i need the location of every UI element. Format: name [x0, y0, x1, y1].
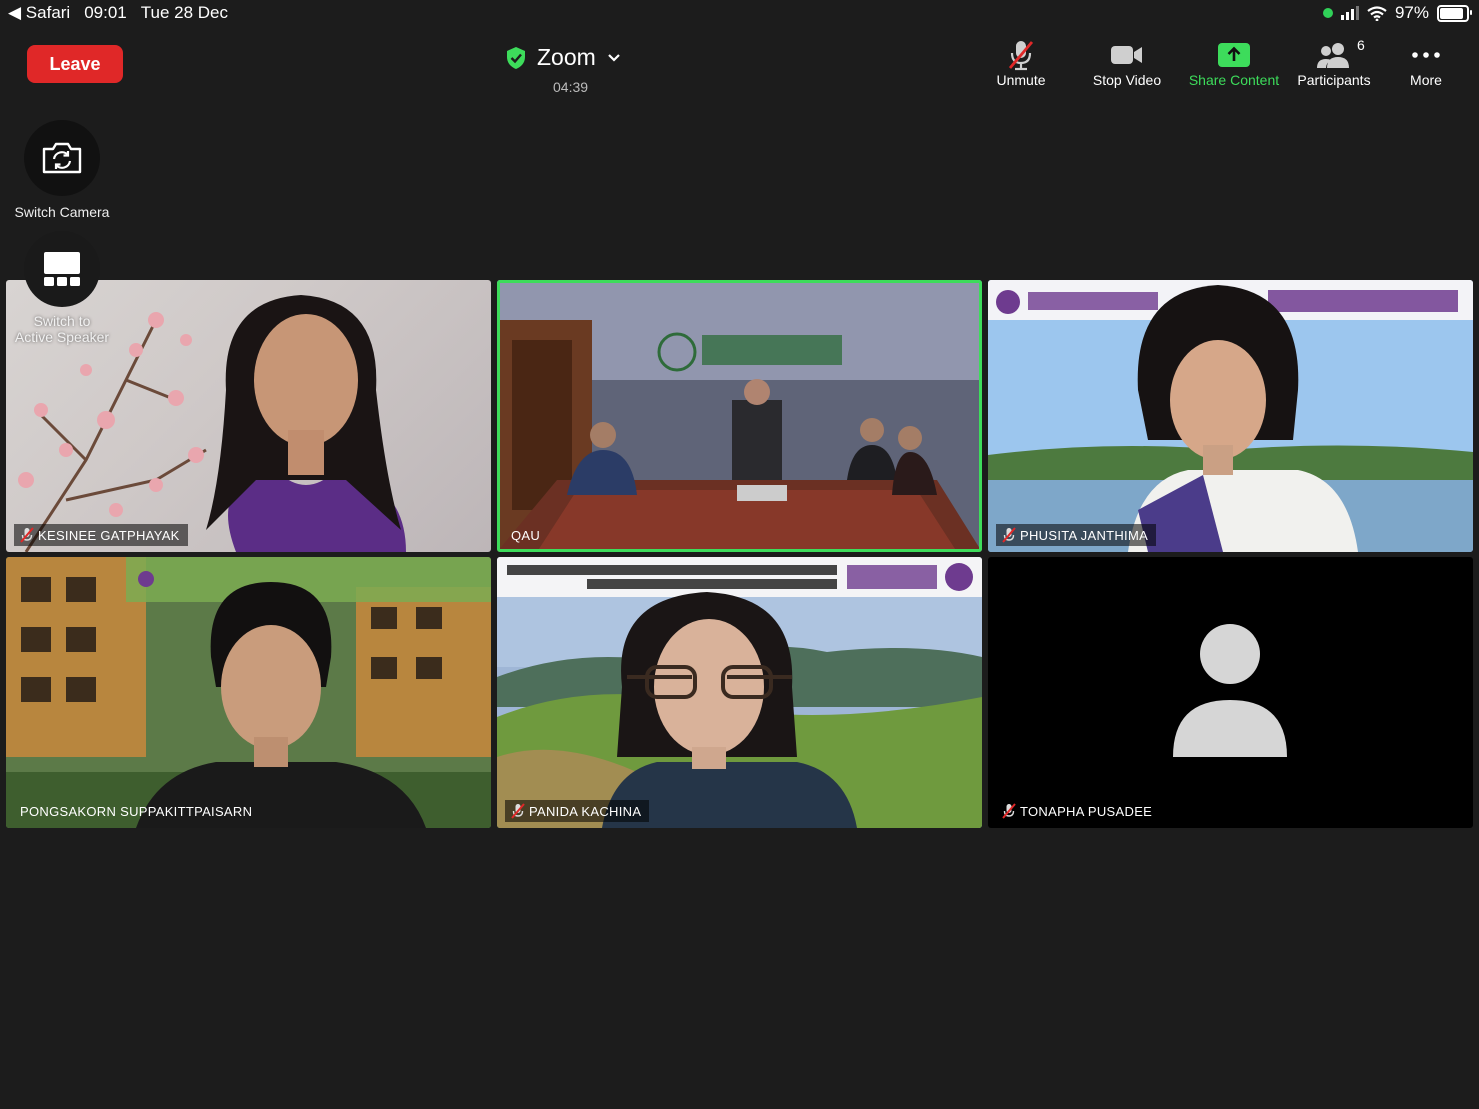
- participants-count: 6: [1357, 37, 1365, 53]
- active-speaker-layout-icon: [44, 252, 80, 286]
- stop-video-label: Stop Video: [1092, 72, 1162, 88]
- participant-name-bar: KESINEE GATPHAYAK: [14, 524, 188, 546]
- microphone-muted-icon: [20, 527, 34, 543]
- battery-icon: [1437, 4, 1472, 22]
- wifi-icon: [1367, 5, 1387, 21]
- participant-video: [6, 557, 491, 828]
- unmute-button[interactable]: Unmute: [985, 38, 1057, 88]
- share-content-label: Share Content: [1188, 72, 1280, 88]
- more-button[interactable]: More: [1400, 38, 1452, 88]
- participant-name: PONGSAKORN SUPPAKITTPAISARN: [20, 803, 253, 819]
- status-bar: ◀ Safari 09:01 Tue 28 Dec 97%: [0, 0, 1479, 28]
- participant-name-bar: TONAPHA PUSADEE: [996, 800, 1160, 822]
- unmute-label: Unmute: [996, 72, 1046, 88]
- status-date: Tue 28 Dec: [140, 3, 229, 22]
- video-tile[interactable]: PONGSAKORN SUPPAKITTPAISARN: [6, 557, 491, 828]
- participant-name-bar: QAU: [505, 524, 548, 546]
- signal-icon: [1340, 6, 1359, 20]
- participant-name: PANIDA KACHINA: [529, 803, 642, 819]
- leave-button[interactable]: Leave: [27, 45, 123, 83]
- video-tile-active-speaker[interactable]: QAU: [497, 280, 982, 552]
- shield-check-icon: [507, 46, 525, 69]
- video-tile[interactable]: PHUSITA JANTHIMA: [988, 280, 1473, 552]
- microphone-muted-icon: [511, 803, 525, 819]
- stop-video-button[interactable]: Stop Video: [1087, 38, 1167, 88]
- participant-name-bar: PANIDA KACHINA: [505, 800, 650, 822]
- participant-video: [497, 280, 982, 552]
- meeting-title: Zoom: [537, 44, 596, 70]
- meeting-timer: 04:39: [553, 79, 589, 95]
- avatar-placeholder-icon: [1173, 624, 1287, 757]
- participants-icon: [1317, 43, 1349, 68]
- switch-camera-label: Switch Camera: [14, 204, 110, 220]
- participants-button[interactable]: 6 Participants: [1290, 37, 1378, 88]
- participant-name-bar: PONGSAKORN SUPPAKITTPAISARN: [14, 800, 260, 822]
- share-content-button[interactable]: Share Content: [1183, 38, 1285, 88]
- participant-name: QAU: [511, 527, 541, 543]
- status-time: 09:01: [84, 3, 127, 22]
- participants-label: Participants: [1297, 72, 1371, 88]
- share-screen-icon: [1218, 43, 1250, 67]
- back-to-safari[interactable]: ◀ Safari: [8, 3, 70, 23]
- microphone-muted-icon: [1002, 803, 1016, 819]
- participant-name-bar: PHUSITA JANTHIMA: [996, 524, 1157, 546]
- microphone-muted-icon: [1008, 41, 1034, 71]
- more-label: More: [1410, 72, 1442, 88]
- microphone-muted-icon: [1002, 527, 1016, 543]
- switch-camera-button[interactable]: Switch Camera: [10, 120, 114, 220]
- video-camera-icon: [1111, 46, 1142, 64]
- participant-name: PHUSITA JANTHIMA: [1020, 527, 1149, 543]
- participant-name: KESINEE GATPHAYAK: [38, 527, 180, 543]
- participant-video: [988, 280, 1473, 552]
- back-app-label: Safari: [25, 3, 71, 22]
- participant-video: [497, 557, 982, 828]
- switch-to-active-speaker-button[interactable]: Switch to Active Speaker: [10, 231, 114, 345]
- video-tile-video-off[interactable]: TONAPHA PUSADEE: [988, 557, 1473, 828]
- more-dots-icon: [1412, 52, 1440, 58]
- switch-speaker-label-line1: Switch to: [33, 313, 91, 329]
- chevron-down-icon: [608, 53, 620, 62]
- switch-camera-icon: [42, 142, 82, 174]
- participant-name: TONAPHA PUSADEE: [1020, 803, 1153, 819]
- battery-percent: 97%: [1394, 3, 1429, 22]
- meeting-title-button[interactable]: Zoom: [505, 44, 635, 71]
- video-tile[interactable]: PANIDA KACHINA: [497, 557, 982, 828]
- camera-in-use-dot: [1322, 8, 1333, 18]
- switch-speaker-label-line2: Active Speaker: [14, 329, 110, 345]
